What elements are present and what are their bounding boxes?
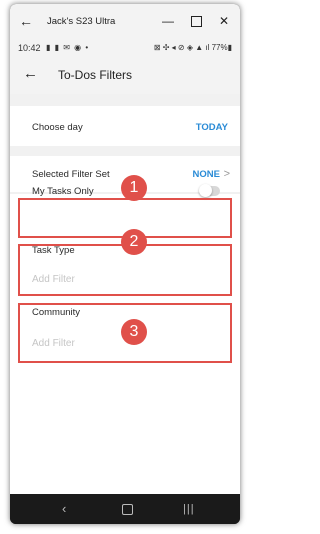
nav-back-icon[interactable]: ‹ <box>62 502 66 516</box>
notification-icons: ▮ ▮ ✉ ◉ • <box>46 43 90 52</box>
nav-home-icon[interactable] <box>122 504 133 515</box>
status-time: 10:42 <box>18 43 41 53</box>
app-bar: ← To-Dos Filters <box>10 56 240 94</box>
chevron-right-icon: > <box>223 168 230 180</box>
filter-set-label: Selected Filter Set <box>32 169 110 180</box>
my-tasks-only-toggle[interactable] <box>199 184 220 197</box>
filter-set-value[interactable]: NONE <box>193 169 220 180</box>
nav-recents-icon[interactable]: ||| <box>183 502 195 516</box>
maximize-icon <box>190 16 202 27</box>
annotation-badge-2: 2 <box>121 229 147 255</box>
android-nav-bar: ‹ ||| <box>10 494 240 524</box>
maximize-button[interactable] <box>189 14 203 27</box>
window-titlebar: ← Jack's S23 Ultra — ✕ <box>10 4 240 40</box>
page-title: To-Dos Filters <box>58 68 133 82</box>
back-arrow-icon[interactable]: ← <box>23 66 38 82</box>
close-button[interactable]: ✕ <box>217 14 231 28</box>
toggle-knob <box>199 184 212 197</box>
status-bar: 10:42 ▮ ▮ ✉ ◉ • ⊠ ✣ ◂ ⊘ ◈ ▲ ıl 77%▮ <box>10 40 240 56</box>
system-status-icons: ⊠ ✣ ◂ ⊘ ◈ ▲ ıl 77%▮ <box>153 43 232 52</box>
phone-frame: ← Jack's S23 Ultra — ✕ 10:42 ▮ ▮ ✉ ◉ • ⊠… <box>10 4 240 524</box>
filters-content: Choose day TODAY Selected Filter Set NON… <box>10 94 240 494</box>
choose-day-row[interactable]: Choose day TODAY <box>10 106 240 146</box>
minimize-button[interactable]: — <box>161 14 175 28</box>
my-tasks-only-label: My Tasks Only <box>32 186 94 197</box>
annotation-badge-3: 3 <box>121 319 147 345</box>
window-title: Jack's S23 Ultra <box>47 16 116 27</box>
choose-day-value[interactable]: TODAY <box>196 122 228 133</box>
choose-day-label: Choose day <box>32 122 83 133</box>
annotation-badge-1: 1 <box>121 175 147 201</box>
window-back-icon[interactable]: ← <box>19 13 33 29</box>
